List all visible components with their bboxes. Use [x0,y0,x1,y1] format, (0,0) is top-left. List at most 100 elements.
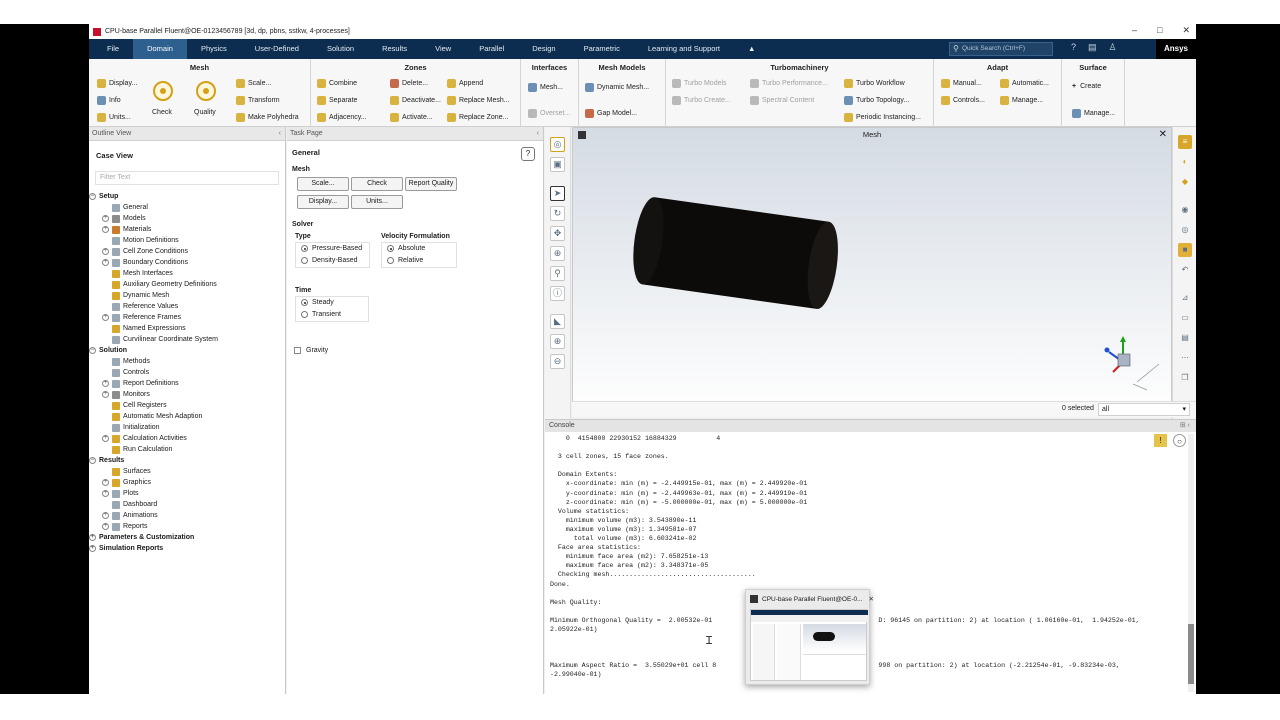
units-button[interactable]: Units... [351,195,403,209]
overset-button[interactable]: Overset... [528,109,570,118]
pan-icon[interactable]: ✥ [550,226,565,241]
plot-icon[interactable]: ⊿ [1178,291,1192,305]
adapt-automatic-button[interactable]: Automatic... [1000,79,1049,88]
pressure-based-radio[interactable]: Pressure-Based [301,245,362,252]
tree-item-curvilinear-coordinate[interactable]: Curvilinear Coordinate System [89,334,285,345]
console-options-icon[interactable]: ⊞ ‹ [1180,420,1190,432]
undo-view-icon[interactable]: ↶ [1178,263,1192,277]
tree-item-dynamic-mesh[interactable]: Dynamic Mesh [89,290,285,301]
adapt-manage-button[interactable]: Manage... [1000,96,1043,105]
tree-item-reports[interactable]: + Reports [89,521,285,532]
tree-item-monitors[interactable]: + Monitors [89,389,285,400]
maximize-button[interactable]: □ [1157,25,1162,36]
combine-button[interactable]: Combine [317,79,357,88]
quality-icon[interactable] [196,81,216,101]
user-icon[interactable]: ♙ [1109,42,1117,53]
menu-parametric[interactable]: Parametric [570,39,634,59]
rotate-icon[interactable]: ↻ [550,206,565,221]
tree-item-named-expressions[interactable]: Named Expressions [89,323,285,334]
expand-icon[interactable]: + [89,545,96,552]
adjacency-button[interactable]: Adjacency... [317,113,367,122]
annotate-icon[interactable]: ▭ [1178,311,1192,325]
pointer-icon[interactable]: ➤ [550,186,565,201]
collapse-icon[interactable]: − [89,457,96,464]
turbo-performance-button[interactable]: Turbo Performance... [750,79,828,88]
notebook-icon[interactable]: ▤ [1088,42,1097,53]
units-button[interactable]: Units... [97,113,131,122]
tree-item-cell-registers[interactable]: Cell Registers [89,400,285,411]
replace-zone-button[interactable]: Replace Zone... [447,113,508,122]
tree-item-initialization[interactable]: Initialization [89,422,285,433]
tree-item-boundary-conditions[interactable]: + Boundary Conditions [89,257,285,268]
tree-item-controls[interactable]: Controls [89,367,285,378]
menu-learning-support[interactable]: Learning and Support [634,39,734,59]
menu-domain[interactable]: Domain [133,39,187,59]
leaf-icon[interactable]: ◆ [1178,175,1192,189]
density-based-radio[interactable]: Density-Based [301,257,358,264]
tree-item-materials[interactable]: + Materials [89,224,285,235]
check-icon[interactable] [153,81,173,101]
tree-item-reference-frames[interactable]: + Reference Frames [89,312,285,323]
absolute-radio[interactable]: Absolute [387,245,425,252]
periodic-instancing-button[interactable]: Periodic Instancing... [844,113,921,122]
fit-view-icon[interactable]: ◣ [550,314,565,329]
zoom-out-icon[interactable]: ⊖ [550,354,565,369]
zoom-region-icon[interactable]: ⊕ [550,246,565,261]
close-button[interactable]: ✕ [1182,25,1190,36]
console-scrollbar[interactable] [1188,434,1194,692]
spectral-content-button[interactable]: Spectral Content [750,96,814,105]
taskbar-preview-popup[interactable]: CPU-base Parallel Fluent@OE-0... ✕ [745,589,874,685]
zoom-icon[interactable]: ⚲ [550,266,565,281]
probe-icon[interactable]: ⓘ [550,286,565,301]
delete-button[interactable]: Delete... [390,79,428,88]
surface-manage-button[interactable]: Manage... [1072,109,1115,118]
turbo-topology-button[interactable]: Turbo Topology... [844,96,909,105]
zoom-in-icon[interactable]: ⊕ [550,334,565,349]
tree-item-graphics[interactable]: + Graphics [89,477,285,488]
menu-physics[interactable]: Physics [187,39,241,59]
console-panel[interactable]: Console ⊞ ‹ ! ○ 0 4154800 22930152 168843… [545,419,1196,694]
menu-file[interactable]: File [93,39,133,59]
help-button[interactable]: ? [521,147,535,161]
tree-item-general[interactable]: General [89,202,285,213]
tree-item-auxiliary-geometry[interactable]: Auxiliary Geometry Definitions [89,279,285,290]
transform-button[interactable]: Transform [236,96,280,105]
collapse-pane-icon[interactable]: ‹ [279,127,281,141]
menu-parallel[interactable]: Parallel [465,39,518,59]
check-mesh-button[interactable]: Check [351,177,403,191]
tree-setup[interactable]: − Setup [89,191,285,202]
surface-create-button[interactable]: + Create [1072,83,1101,90]
separate-button[interactable]: Separate [317,96,357,105]
transient-radio[interactable]: Transient [301,311,341,318]
color-icon[interactable]: ■ [1178,243,1192,257]
preview-image[interactable] [750,609,868,681]
tree-item-animations[interactable]: + Animations [89,510,285,521]
tree-results[interactable]: − Results [89,455,285,466]
menu-solution[interactable]: Solution [313,39,368,59]
graphics-window[interactable]: Mesh ✕ [572,127,1172,417]
menu-results[interactable]: Results [368,39,421,59]
quick-search-input[interactable]: Quick Search (Ctrl+F) [949,42,1053,56]
collapse-icon[interactable]: − [89,347,96,354]
report-quality-button[interactable]: Report Quality [405,177,457,191]
replace-mesh-button[interactable]: Replace Mesh... [447,96,510,105]
tree-item-methods[interactable]: Methods [89,356,285,367]
camera-icon[interactable]: ◎ [550,137,565,152]
tree-item-surfaces[interactable]: Surfaces [89,466,285,477]
adapt-manual-button[interactable]: Manual... [941,79,982,88]
tree-solution[interactable]: − Solution [89,345,285,356]
display-button[interactable]: Display... [297,195,349,209]
view-settings-icon[interactable]: ◎ [1178,223,1192,237]
cylinder-mesh-render[interactable] [627,188,857,328]
menu-user-defined[interactable]: User-Defined [241,39,313,59]
scale-button[interactable]: Scale... [297,177,349,191]
tree-item-calculation-activities[interactable]: + Calculation Activities [89,433,285,444]
more-icon[interactable]: ⋯ [1178,351,1192,365]
collapse-ribbon-button[interactable]: ▲ [734,39,769,59]
check-button[interactable]: Check [152,109,172,116]
turbo-models-checkbox[interactable]: Turbo Models [672,79,727,88]
tree-item-automatic-mesh-adaption[interactable]: Automatic Mesh Adaption [89,411,285,422]
gap-model-button[interactable]: Gap Model... [585,109,637,118]
filter-text-input[interactable]: Filter Text [95,171,279,185]
tree-item-dashboard[interactable]: Dashboard [89,499,285,510]
